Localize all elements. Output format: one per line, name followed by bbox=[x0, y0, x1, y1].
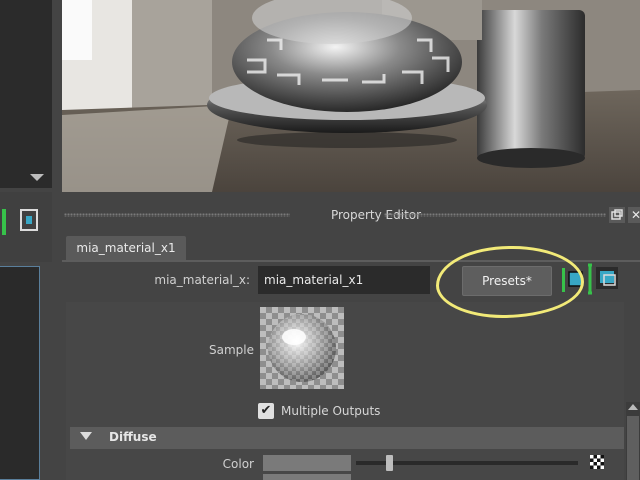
rendered-scene-image bbox=[62, 0, 640, 192]
outliner-panel bbox=[0, 0, 52, 188]
swap-layout-icon[interactable] bbox=[18, 206, 42, 236]
left-panel-list bbox=[0, 266, 40, 480]
left-toolbar bbox=[0, 192, 52, 262]
multiple-outputs-checkbox[interactable]: ✔ bbox=[258, 403, 274, 419]
multiple-outputs-label: Multiple Outputs bbox=[281, 404, 381, 418]
attribute-content-area bbox=[66, 302, 624, 480]
float-panel-icon[interactable] bbox=[609, 207, 625, 223]
diffuse-section-title: Diffuse bbox=[109, 430, 157, 444]
green-bracket-icon[interactable] bbox=[0, 207, 12, 237]
show-input-output-icon[interactable] bbox=[586, 263, 622, 295]
node-name-label: mia_material_x: bbox=[154, 273, 250, 287]
color-label: Color bbox=[222, 457, 254, 471]
tab-mia-material[interactable]: mia_material_x1 bbox=[66, 236, 186, 260]
weight-swatch[interactable] bbox=[263, 474, 351, 480]
drag-grip[interactable] bbox=[384, 213, 606, 217]
sample-label: Sample bbox=[209, 343, 254, 357]
drag-grip[interactable] bbox=[64, 213, 290, 217]
scroll-up-arrow-icon[interactable] bbox=[628, 404, 638, 410]
map-texture-button[interactable] bbox=[590, 455, 604, 469]
property-editor-header: Property Editor ✕ bbox=[60, 204, 640, 226]
color-swatch[interactable] bbox=[263, 455, 351, 471]
scrollbar-thumb[interactable] bbox=[627, 416, 639, 480]
collapse-arrow-icon[interactable] bbox=[80, 432, 92, 440]
color-slider-handle[interactable] bbox=[386, 455, 393, 471]
chrome-sphere-preview bbox=[268, 314, 336, 382]
render-view[interactable] bbox=[62, 0, 640, 192]
close-icon[interactable]: ✕ bbox=[628, 207, 640, 223]
material-sample-swatch[interactable] bbox=[260, 307, 344, 389]
node-name-field[interactable]: mia_material_x1 bbox=[258, 266, 430, 294]
scroll-down-arrow-icon[interactable] bbox=[26, 166, 48, 188]
